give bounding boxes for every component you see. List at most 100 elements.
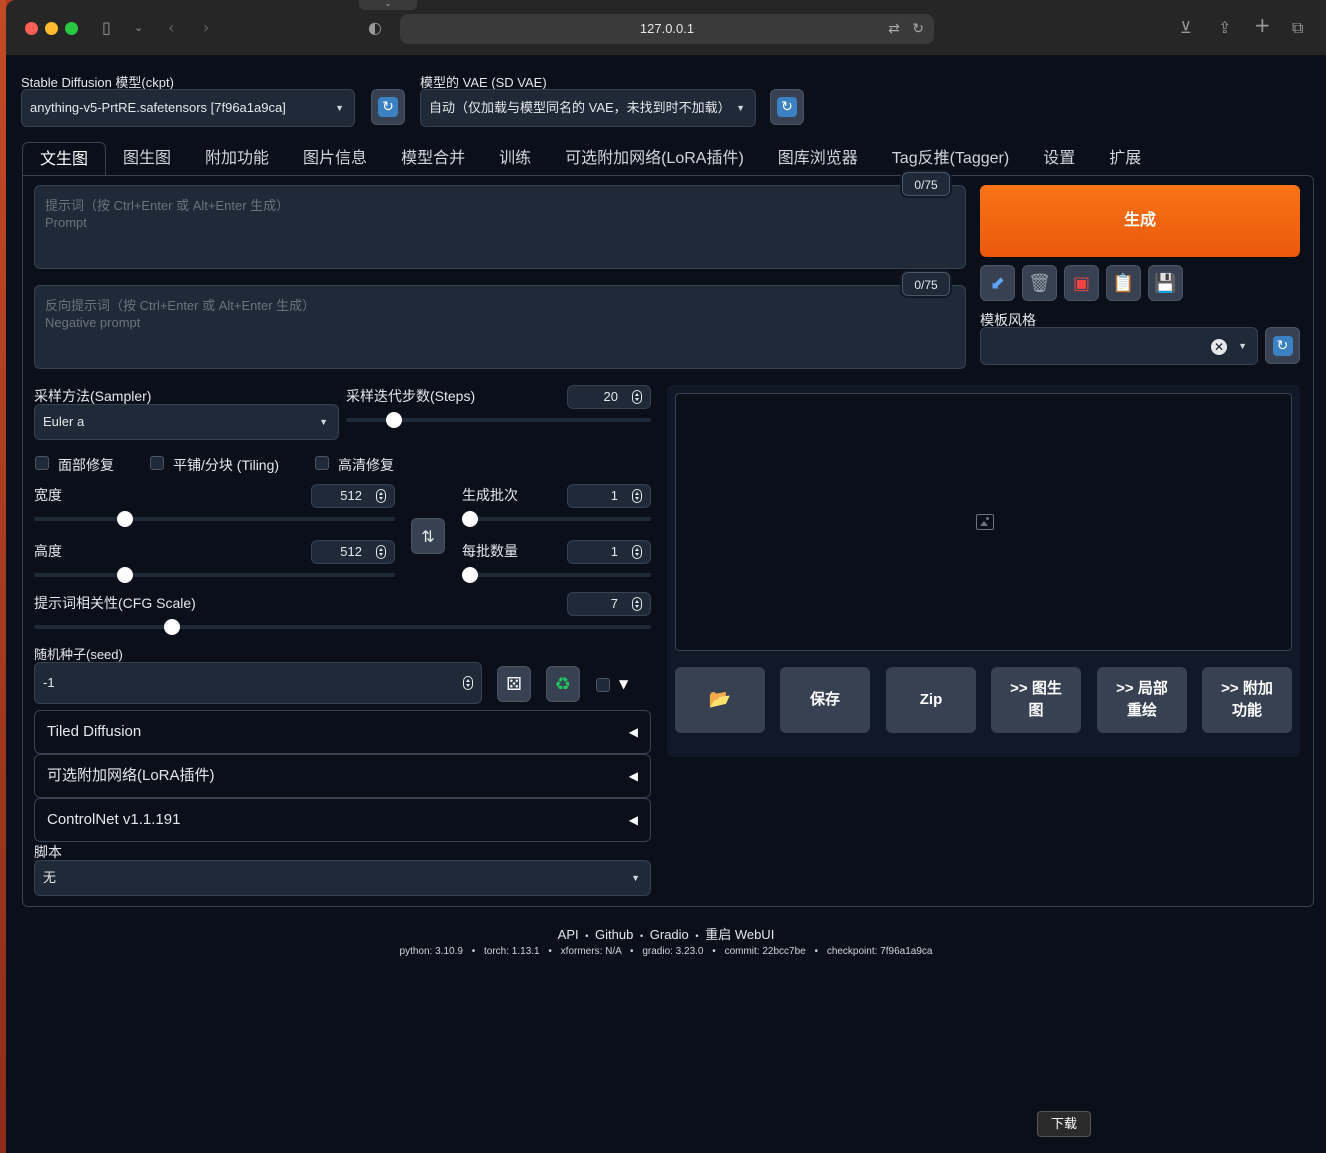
tab-extras[interactable]: 附加功能: [188, 142, 286, 176]
cfg-input[interactable]: 7: [567, 592, 651, 616]
tiled-diffusion-accordion[interactable]: Tiled Diffusion ◀: [34, 710, 651, 754]
triangle-down-icon[interactable]: ▼: [619, 677, 628, 691]
clear-prompt-button[interactable]: 🗑: [1022, 265, 1057, 301]
vae-dropdown[interactable]: 自动（仅加载与模型同名的 VAE，未找到时不加载） ▼: [420, 89, 756, 127]
batch-count-input[interactable]: 1: [567, 484, 651, 508]
style-dropdown[interactable]: ✕ ▼: [980, 327, 1258, 365]
api-link[interactable]: API: [558, 927, 579, 942]
lora-accordion[interactable]: 可选附加网络(LoRA插件) ◀: [34, 754, 651, 798]
translate-icon[interactable]: ⇄: [888, 21, 900, 37]
clear-icon[interactable]: ✕: [1211, 339, 1227, 355]
save-button[interactable]: 保存: [780, 667, 870, 733]
forward-icon[interactable]: ›: [203, 18, 209, 38]
spinner-icon[interactable]: [632, 489, 642, 503]
back-icon[interactable]: ‹: [168, 18, 174, 38]
tab-overview-icon[interactable]: ⧉: [1292, 18, 1303, 38]
negative-prompt-textarea[interactable]: 反向提示词（按 Ctrl+Enter 或 Alt+Enter 生成） Negat…: [34, 285, 966, 369]
tab-merge[interactable]: 模型合并: [384, 142, 482, 176]
tab-tagger[interactable]: Tag反推(Tagger): [875, 142, 1026, 176]
batch-size-input[interactable]: 1: [567, 540, 651, 564]
chevron-down-icon: ▼: [732, 90, 745, 126]
new-tab-icon[interactable]: +: [1254, 15, 1271, 35]
chevron-down-icon[interactable]: ⌄: [134, 18, 143, 38]
send-to-img2img-button[interactable]: >> 图生图: [991, 667, 1081, 733]
tab-lora[interactable]: 可选附加网络(LoRA插件): [548, 142, 761, 176]
width-label: 宽度: [34, 487, 62, 503]
separator: •: [814, 946, 819, 957]
send-to-extras-button[interactable]: >> 附加功能: [1202, 667, 1292, 733]
reuse-seed-button[interactable]: ♻: [546, 666, 580, 702]
shield-icon[interactable]: ◐: [368, 18, 382, 38]
refresh-style-button[interactable]: ↻: [1265, 327, 1300, 364]
width-slider-track[interactable]: [34, 517, 395, 521]
batch-count-slider-thumb[interactable]: [462, 511, 478, 527]
hires-fix-checkbox[interactable]: [315, 456, 329, 470]
batch-size-slider-track[interactable]: [462, 573, 651, 577]
extra-networks-button[interactable]: ▣: [1064, 265, 1099, 301]
steps-value: 20: [603, 389, 618, 404]
floppy-disk-icon: 💾: [1154, 272, 1177, 294]
ckpt-dropdown[interactable]: anything-v5-PrtRE.safetensors [7f96a1a9c…: [21, 89, 355, 127]
steps-input[interactable]: 20: [567, 385, 651, 409]
address-bar[interactable]: 127.0.0.1 ⇄ ↻: [400, 14, 934, 44]
controlnet-accordion[interactable]: ControlNet v1.1.191 ◀: [34, 798, 651, 842]
tab-txt2img[interactable]: 文生图: [22, 142, 107, 176]
seed-input[interactable]: -1: [34, 662, 482, 704]
face-restore-label: 面部修复: [58, 457, 114, 473]
tab-image-browser[interactable]: 图库浏览器: [761, 142, 875, 176]
spinner-icon[interactable]: [376, 489, 386, 503]
generate-button[interactable]: 生成: [980, 185, 1300, 257]
cfg-slider-thumb[interactable]: [163, 619, 180, 635]
swap-dimensions-button[interactable]: ⇅: [411, 518, 445, 554]
tab-overview-notch[interactable]: ⌄: [359, 0, 417, 10]
read-params-button[interactable]: ⬋: [980, 265, 1015, 301]
spinner-icon[interactable]: [376, 545, 386, 559]
script-dropdown[interactable]: 无 ▼: [34, 860, 651, 896]
sampler-dropdown[interactable]: Euler a ▼: [34, 404, 339, 440]
reload-icon[interactable]: ↻: [912, 21, 924, 37]
reload-webui-link[interactable]: 重启 WebUI: [705, 927, 774, 942]
open-folder-button[interactable]: 📂: [675, 667, 765, 733]
output-gallery[interactable]: [675, 393, 1292, 651]
tiling-checkbox[interactable]: [150, 456, 164, 470]
face-restore-checkbox[interactable]: [35, 456, 49, 470]
tab-img2img[interactable]: 图生图: [106, 142, 188, 176]
spinner-icon[interactable]: [632, 545, 642, 559]
tab-settings[interactable]: 设置: [1026, 142, 1092, 176]
save-style-button[interactable]: 💾: [1148, 265, 1183, 301]
refresh-ckpt-button[interactable]: ↻: [371, 89, 405, 125]
width-slider-thumb[interactable]: [117, 511, 134, 527]
refresh-vae-button[interactable]: ↻: [770, 89, 804, 125]
tab-train[interactable]: 训练: [482, 142, 548, 176]
share-icon[interactable]: ⇪: [1218, 18, 1231, 38]
steps-slider-thumb[interactable]: [385, 412, 402, 428]
spinner-icon[interactable]: [632, 390, 642, 404]
extra-seed-checkbox[interactable]: [596, 678, 610, 692]
minimize-window-button[interactable]: [45, 22, 58, 35]
close-window-button[interactable]: [25, 22, 38, 35]
tab-extensions[interactable]: 扩展: [1092, 142, 1158, 176]
cfg-slider-track[interactable]: [34, 625, 651, 629]
download-icon[interactable]: ⊻: [1180, 18, 1192, 38]
batch-size-slider-thumb[interactable]: [462, 567, 478, 583]
height-slider-track[interactable]: [34, 573, 395, 577]
sidebar-icon[interactable]: ▯: [102, 18, 111, 38]
maximize-window-button[interactable]: [65, 22, 78, 35]
height-input[interactable]: 512: [311, 540, 395, 564]
batch-count-slider-track[interactable]: [462, 517, 651, 521]
github-link[interactable]: Github: [595, 927, 633, 942]
height-label: 高度: [34, 543, 62, 559]
spinner-icon[interactable]: [463, 676, 473, 690]
apply-style-button[interactable]: 📋: [1106, 265, 1141, 301]
spinner-icon[interactable]: [632, 597, 642, 611]
download-tooltip: 下载: [1037, 1111, 1091, 1137]
width-input[interactable]: 512: [311, 484, 395, 508]
tab-png-info[interactable]: 图片信息: [286, 142, 384, 176]
zip-button[interactable]: Zip: [886, 667, 976, 733]
gradio-link[interactable]: Gradio: [650, 927, 689, 942]
send-to-inpaint-button[interactable]: >> 局部重绘: [1097, 667, 1187, 733]
height-slider-thumb[interactable]: [117, 567, 134, 583]
random-seed-button[interactable]: ⚄: [497, 666, 531, 702]
separator: •: [630, 946, 634, 957]
prompt-textarea[interactable]: 提示词（按 Ctrl+Enter 或 Alt+Enter 生成） Prompt: [34, 185, 966, 269]
